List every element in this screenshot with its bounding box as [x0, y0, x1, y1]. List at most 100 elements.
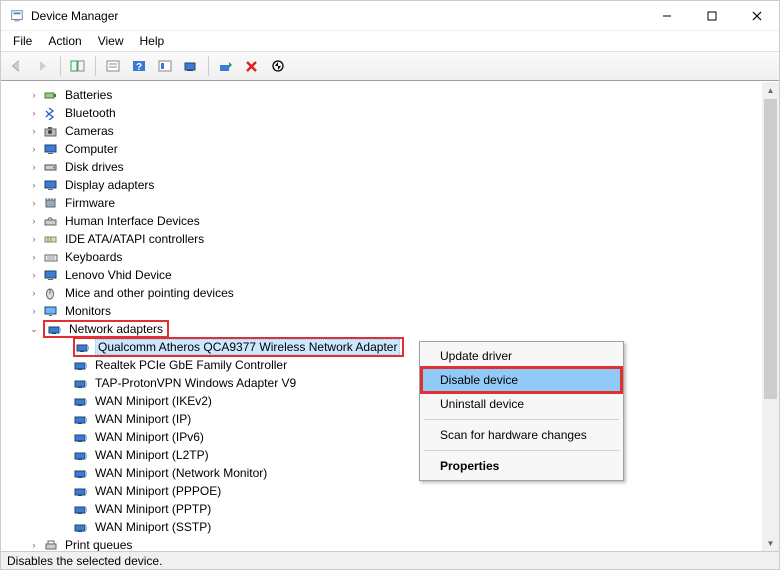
keyboard-icon	[43, 249, 59, 265]
expand-icon[interactable]: ›	[27, 90, 41, 100]
netadapter-icon	[73, 411, 89, 427]
tree-node[interactable]: ›Lenovo Vhid Device	[9, 266, 779, 284]
tree-node[interactable]: ›Disk drives	[9, 158, 779, 176]
context-menu-label: Disable device	[440, 373, 518, 387]
tree-leaf[interactable]: ›Realtek PCIe GbE Family Controller	[9, 356, 779, 374]
scan-hardware-button[interactable]	[179, 54, 203, 78]
uninstall-button[interactable]	[240, 54, 264, 78]
close-button[interactable]	[734, 1, 779, 31]
tree-node[interactable]: ›Mice and other pointing devices	[9, 284, 779, 302]
tree-node[interactable]: › Keyboards	[9, 248, 779, 266]
tree-node[interactable]: › IDE ATA/ATAPI controllers	[9, 230, 779, 248]
menu-view[interactable]: View	[90, 32, 132, 50]
ide-icon	[43, 231, 59, 247]
tree-node[interactable]: ›Monitors	[9, 302, 779, 320]
scroll-thumb[interactable]	[764, 99, 777, 399]
context-menu-item[interactable]: Update driver	[422, 344, 621, 368]
tree-node-label: IDE ATA/ATAPI controllers	[63, 232, 206, 246]
disable-button[interactable]	[266, 54, 290, 78]
device-tree[interactable]: ›Batteries›Bluetooth›Cameras›Computer›Di…	[1, 82, 779, 552]
display-icon	[43, 177, 59, 193]
menu-file[interactable]: File	[5, 32, 40, 50]
vertical-scrollbar[interactable]: ▲ ▼	[762, 82, 779, 552]
toolbar-separator	[208, 56, 209, 76]
expand-icon[interactable]: ›	[27, 252, 41, 262]
titlebar: Device Manager	[1, 1, 779, 31]
tree-node[interactable]: ›Human Interface Devices	[9, 212, 779, 230]
annotation-highlight: Network adapters	[43, 320, 169, 338]
back-button[interactable]	[5, 54, 29, 78]
tree-leaf[interactable]: ›WAN Miniport (PPPOE)	[9, 482, 779, 500]
help-button[interactable]: ?	[127, 54, 151, 78]
expand-icon[interactable]: ›	[27, 306, 41, 316]
properties-button[interactable]	[101, 54, 125, 78]
netadapter-icon	[73, 465, 89, 481]
tree-leaf-label: WAN Miniport (PPTP)	[93, 502, 213, 516]
expand-icon[interactable]: ›	[27, 216, 41, 226]
tree-leaf[interactable]: ›TAP-ProtonVPN Windows Adapter V9	[9, 374, 779, 392]
tree-leaf[interactable]: ›WAN Miniport (IKEv2)	[9, 392, 779, 410]
maximize-button[interactable]	[689, 1, 734, 31]
toolbar-separator	[60, 56, 61, 76]
context-menu-label: Properties	[440, 459, 499, 473]
expand-icon[interactable]: ›	[27, 198, 41, 208]
annotation-highlight: Qualcomm Atheros QCA9377 Wireless Networ…	[73, 337, 404, 357]
computer-icon	[43, 141, 59, 157]
collapse-icon[interactable]: ⌄	[27, 324, 41, 335]
window-title: Device Manager	[31, 9, 644, 23]
context-menu-item[interactable]: Scan for hardware changes	[422, 423, 621, 447]
printer-icon	[43, 537, 59, 552]
tree-leaf[interactable]: ›WAN Miniport (Network Monitor)	[9, 464, 779, 482]
svg-text:?: ?	[136, 62, 142, 73]
tree-leaf[interactable]: ›WAN Miniport (PPTP)	[9, 500, 779, 518]
scroll-down-button[interactable]: ▼	[762, 535, 779, 552]
context-menu-label: Update driver	[440, 349, 512, 363]
scroll-up-button[interactable]: ▲	[762, 82, 779, 99]
tree-node-label: Cameras	[63, 124, 116, 138]
expand-icon[interactable]: ›	[27, 108, 41, 118]
expand-icon[interactable]: ›	[27, 162, 41, 172]
menu-help[interactable]: Help	[132, 32, 173, 50]
action-button[interactable]	[153, 54, 177, 78]
expand-icon[interactable]: ›	[27, 270, 41, 280]
tree-leaf[interactable]: ›WAN Miniport (IPv6)	[9, 428, 779, 446]
show-hide-console-button[interactable]	[66, 54, 90, 78]
forward-button[interactable]	[31, 54, 55, 78]
battery-icon	[43, 87, 59, 103]
scroll-track[interactable]	[762, 99, 779, 535]
expand-icon[interactable]: ›	[27, 144, 41, 154]
tree-node-label: Print queues	[63, 538, 134, 552]
expand-icon[interactable]: ›	[27, 126, 41, 136]
tree-node[interactable]: ⌄Network adapters	[9, 320, 779, 338]
tree-leaf[interactable]: ›WAN Miniport (L2TP)	[9, 446, 779, 464]
tree-node[interactable]: › Print queues	[9, 536, 779, 552]
context-menu: Update driver Disable device Uninstall dev…	[419, 341, 624, 481]
minimize-button[interactable]	[644, 1, 689, 31]
tree-leaf-label: WAN Miniport (IPv6)	[93, 430, 206, 444]
tree-leaf[interactable]: ›Qualcomm Atheros QCA9377 Wireless Netwo…	[9, 338, 779, 356]
expand-icon[interactable]: ›	[27, 180, 41, 190]
tree-node[interactable]: ›Firmware	[9, 194, 779, 212]
netadapter-icon	[73, 501, 89, 517]
update-driver-button[interactable]	[214, 54, 238, 78]
tree-node-label: Keyboards	[63, 250, 124, 264]
tree-node[interactable]: ›Computer	[9, 140, 779, 158]
tree-leaf[interactable]: ›WAN Miniport (IP)	[9, 410, 779, 428]
tree-leaf[interactable]: ›WAN Miniport (SSTP)	[9, 518, 779, 536]
tree-node[interactable]: ›Bluetooth	[9, 104, 779, 122]
context-menu-item[interactable]: Properties	[422, 454, 621, 478]
expand-icon[interactable]: ›	[27, 288, 41, 298]
menu-action[interactable]: Action	[40, 32, 89, 50]
tree-node-label: Batteries	[63, 88, 114, 102]
context-menu-item[interactable]: Disable device	[422, 368, 621, 392]
tree-node[interactable]: › Batteries	[9, 86, 779, 104]
netadapter-icon	[73, 375, 89, 391]
netadapter-icon	[75, 339, 91, 355]
tree-node[interactable]: ›Display adapters	[9, 176, 779, 194]
expand-icon[interactable]: ›	[27, 234, 41, 244]
tree-node[interactable]: › Cameras	[9, 122, 779, 140]
firmware-icon	[43, 195, 59, 211]
context-menu-item[interactable]: Uninstall device	[422, 392, 621, 416]
context-menu-separator	[424, 419, 619, 420]
expand-icon[interactable]: ›	[27, 540, 41, 550]
